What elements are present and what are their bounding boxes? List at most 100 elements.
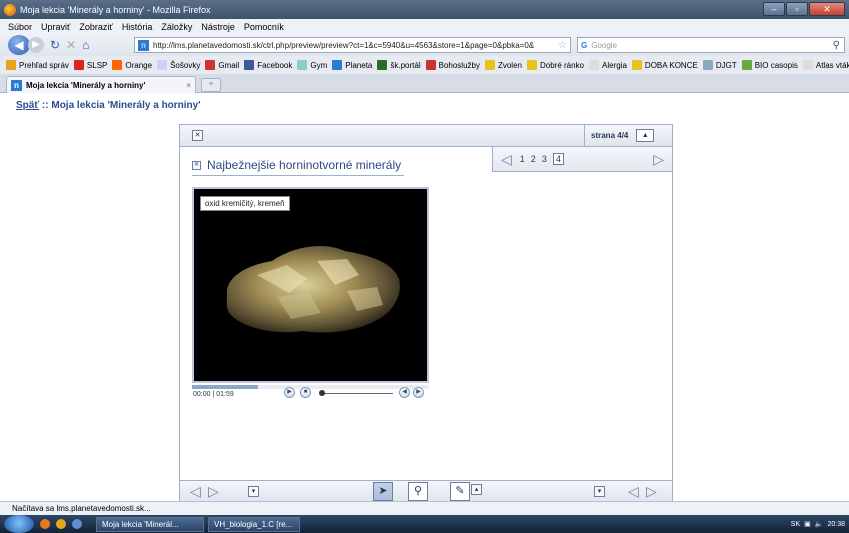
highlighter-tool-icon[interactable]: ✎: [450, 482, 470, 501]
current-page-link[interactable]: 4: [552, 153, 564, 165]
windows-taskbar: Moja lekcia 'Minerál... VH_biologia_1.C …: [0, 515, 849, 533]
window-title: Moja lekcia 'Minerály a horniny' - Mozil…: [20, 4, 211, 15]
video-player[interactable]: oxid kremičitý, kremeň: [192, 187, 429, 383]
prev-page-icon[interactable]: ◁: [501, 151, 512, 168]
rewind-icon[interactable]: ◀: [399, 387, 410, 398]
menu-zalozky[interactable]: Záložky: [161, 22, 192, 32]
bookmark-item[interactable]: šk.portál: [377, 60, 421, 70]
bookmark-item[interactable]: Gmail: [205, 60, 239, 70]
url-text: http://lms.planetavedomosti.sk/ctrl.php/…: [153, 40, 535, 50]
status-text: Načítava sa lms.planetavedomosti.sk...: [12, 504, 151, 513]
language-indicator[interactable]: SK: [791, 521, 800, 528]
bookmark-item[interactable]: Orange: [112, 60, 152, 70]
clock[interactable]: 20:38: [827, 521, 845, 528]
tab-bar: n Moja lekcia 'Minerály a horniny' × +: [0, 74, 849, 93]
tab-label: Moja lekcia 'Minerály a horniny': [26, 80, 146, 90]
browser-icon[interactable]: [56, 519, 66, 529]
close-lesson-icon[interactable]: ✕: [192, 130, 203, 141]
bookmark-item[interactable]: Atlas vtákov: [802, 60, 849, 70]
page-navigator: ◁ 1 2 3 4 ▷: [492, 147, 673, 172]
bookmark-item[interactable]: DOBA KONCE: [631, 60, 698, 70]
bookmark-item[interactable]: SLSP: [73, 60, 107, 70]
tab-close-icon[interactable]: ×: [186, 81, 191, 90]
footer-prev-icon[interactable]: ◁: [190, 483, 201, 500]
bookmark-item[interactable]: DJGT: [702, 60, 737, 70]
back-link[interactable]: Späť: [16, 100, 39, 111]
bookmark-item[interactable]: Planeta: [332, 60, 372, 70]
volume-track[interactable]: [321, 393, 393, 394]
network-icon[interactable]: ▣: [804, 520, 811, 528]
seek-knob[interactable]: [319, 390, 325, 396]
breadcrumb: Späť :: Moja lekcia 'Minerály a horniny': [16, 100, 201, 111]
bookmark-item[interactable]: Alergia: [589, 60, 627, 70]
bookmark-item[interactable]: Bohoslužby: [425, 60, 480, 70]
bookmark-item[interactable]: Gym: [297, 60, 327, 70]
site-favicon: n: [138, 39, 149, 51]
next-page-icon[interactable]: ▷: [653, 151, 664, 168]
home-icon[interactable]: ⌂: [82, 38, 89, 52]
bookmark-item[interactable]: Facebook: [244, 60, 292, 70]
footer-prev-right-icon[interactable]: ◁: [628, 483, 639, 500]
video-time: 00:00 | 01:59: [193, 391, 234, 398]
address-bar[interactable]: n http://lms.planetavedomosti.sk/ctrl.ph…: [134, 37, 571, 53]
fast-forward-icon[interactable]: ▶: [413, 387, 424, 398]
menu-upravit[interactable]: Upraviť: [41, 22, 70, 32]
back-button[interactable]: ◀: [8, 35, 30, 55]
pointer-tool-icon[interactable]: ➤: [373, 482, 393, 501]
minimize-icon[interactable]: –: [763, 2, 785, 16]
google-icon: G: [581, 40, 588, 50]
firefox-icon[interactable]: [40, 519, 50, 529]
forward-button[interactable]: ▶: [28, 37, 44, 53]
bookmark-item[interactable]: Zvolen: [484, 60, 522, 70]
collapse-up-icon[interactable]: ▲: [636, 129, 655, 142]
menu-subor[interactable]: Súbor: [8, 22, 32, 32]
footer-next-icon[interactable]: ▷: [208, 483, 219, 500]
explorer-icon[interactable]: [72, 519, 82, 529]
page-link[interactable]: 1: [520, 154, 525, 164]
footer-next-right-icon[interactable]: ▷: [646, 483, 657, 500]
video-progress-bar[interactable]: [192, 385, 429, 389]
taskbar-item-document[interactable]: VH_biologia_1.C [re...: [208, 516, 300, 532]
search-placeholder: Google: [591, 40, 618, 50]
firefox-icon: [4, 3, 16, 16]
close-icon[interactable]: ✕: [809, 2, 845, 16]
footer-menu-right-icon[interactable]: ▾: [594, 486, 605, 497]
search-bar[interactable]: G Google ⚲: [577, 37, 845, 53]
bookmark-item[interactable]: Dobré ránko: [526, 60, 584, 70]
progress-fill: [192, 385, 259, 389]
lesson-header: ✕ strana 4/4 ▲: [180, 125, 672, 147]
tool-options-icon[interactable]: ▴: [471, 484, 482, 495]
zoom-tool-icon[interactable]: ⚲: [408, 482, 428, 501]
stop-icon[interactable]: ■: [300, 387, 311, 398]
page-indicator: strana 4/4 ▲: [584, 125, 672, 146]
start-button[interactable]: [4, 515, 34, 533]
heading-close-icon[interactable]: ✕: [192, 160, 201, 170]
menu-historia[interactable]: História: [122, 22, 153, 32]
search-icon[interactable]: ⚲: [833, 40, 840, 51]
volume-icon[interactable]: 🔈: [815, 520, 824, 528]
footer-menu-icon[interactable]: ▾: [248, 486, 259, 497]
tab-current[interactable]: n Moja lekcia 'Minerály a horniny' ×: [6, 76, 196, 93]
menu-zobrazit[interactable]: Zobraziť: [79, 22, 112, 32]
navigation-toolbar: ◀ ▶ ↻ ✕ ⌂ n http://lms.planetavedomosti.…: [0, 34, 849, 56]
new-tab-button[interactable]: +: [201, 78, 221, 92]
bookmark-item[interactable]: Prehľad správ: [6, 60, 69, 70]
menu-nastroje[interactable]: Nástroje: [201, 22, 235, 32]
menu-pomocnik[interactable]: Pomocník: [244, 22, 284, 32]
reload-icon[interactable]: ↻: [50, 38, 60, 52]
bookmark-item[interactable]: BIO casopis: [741, 60, 798, 70]
play-icon[interactable]: ▶: [284, 387, 295, 398]
system-tray: SK ▣ 🔈 20:38: [791, 520, 845, 529]
bookmark-item[interactable]: Šošovky: [157, 60, 200, 70]
maximize-icon[interactable]: ▫: [786, 2, 808, 16]
page-link[interactable]: 2: [531, 154, 536, 164]
bookmark-star-icon[interactable]: ☆: [558, 40, 567, 51]
taskbar-item-firefox[interactable]: Moja lekcia 'Minerál...: [96, 516, 204, 532]
page-link[interactable]: 3: [542, 154, 547, 164]
menu-bar: Súbor Upraviť Zobraziť História Záložky …: [0, 19, 849, 34]
page-content: Späť :: Moja lekcia 'Minerály a horniny'…: [0, 94, 849, 502]
stop-icon[interactable]: ✕: [66, 38, 76, 52]
status-bar: Načítava sa lms.planetavedomosti.sk...: [0, 501, 849, 515]
time-total: 01:59: [216, 391, 234, 398]
image-caption: oxid kremičitý, kremeň: [200, 196, 290, 211]
